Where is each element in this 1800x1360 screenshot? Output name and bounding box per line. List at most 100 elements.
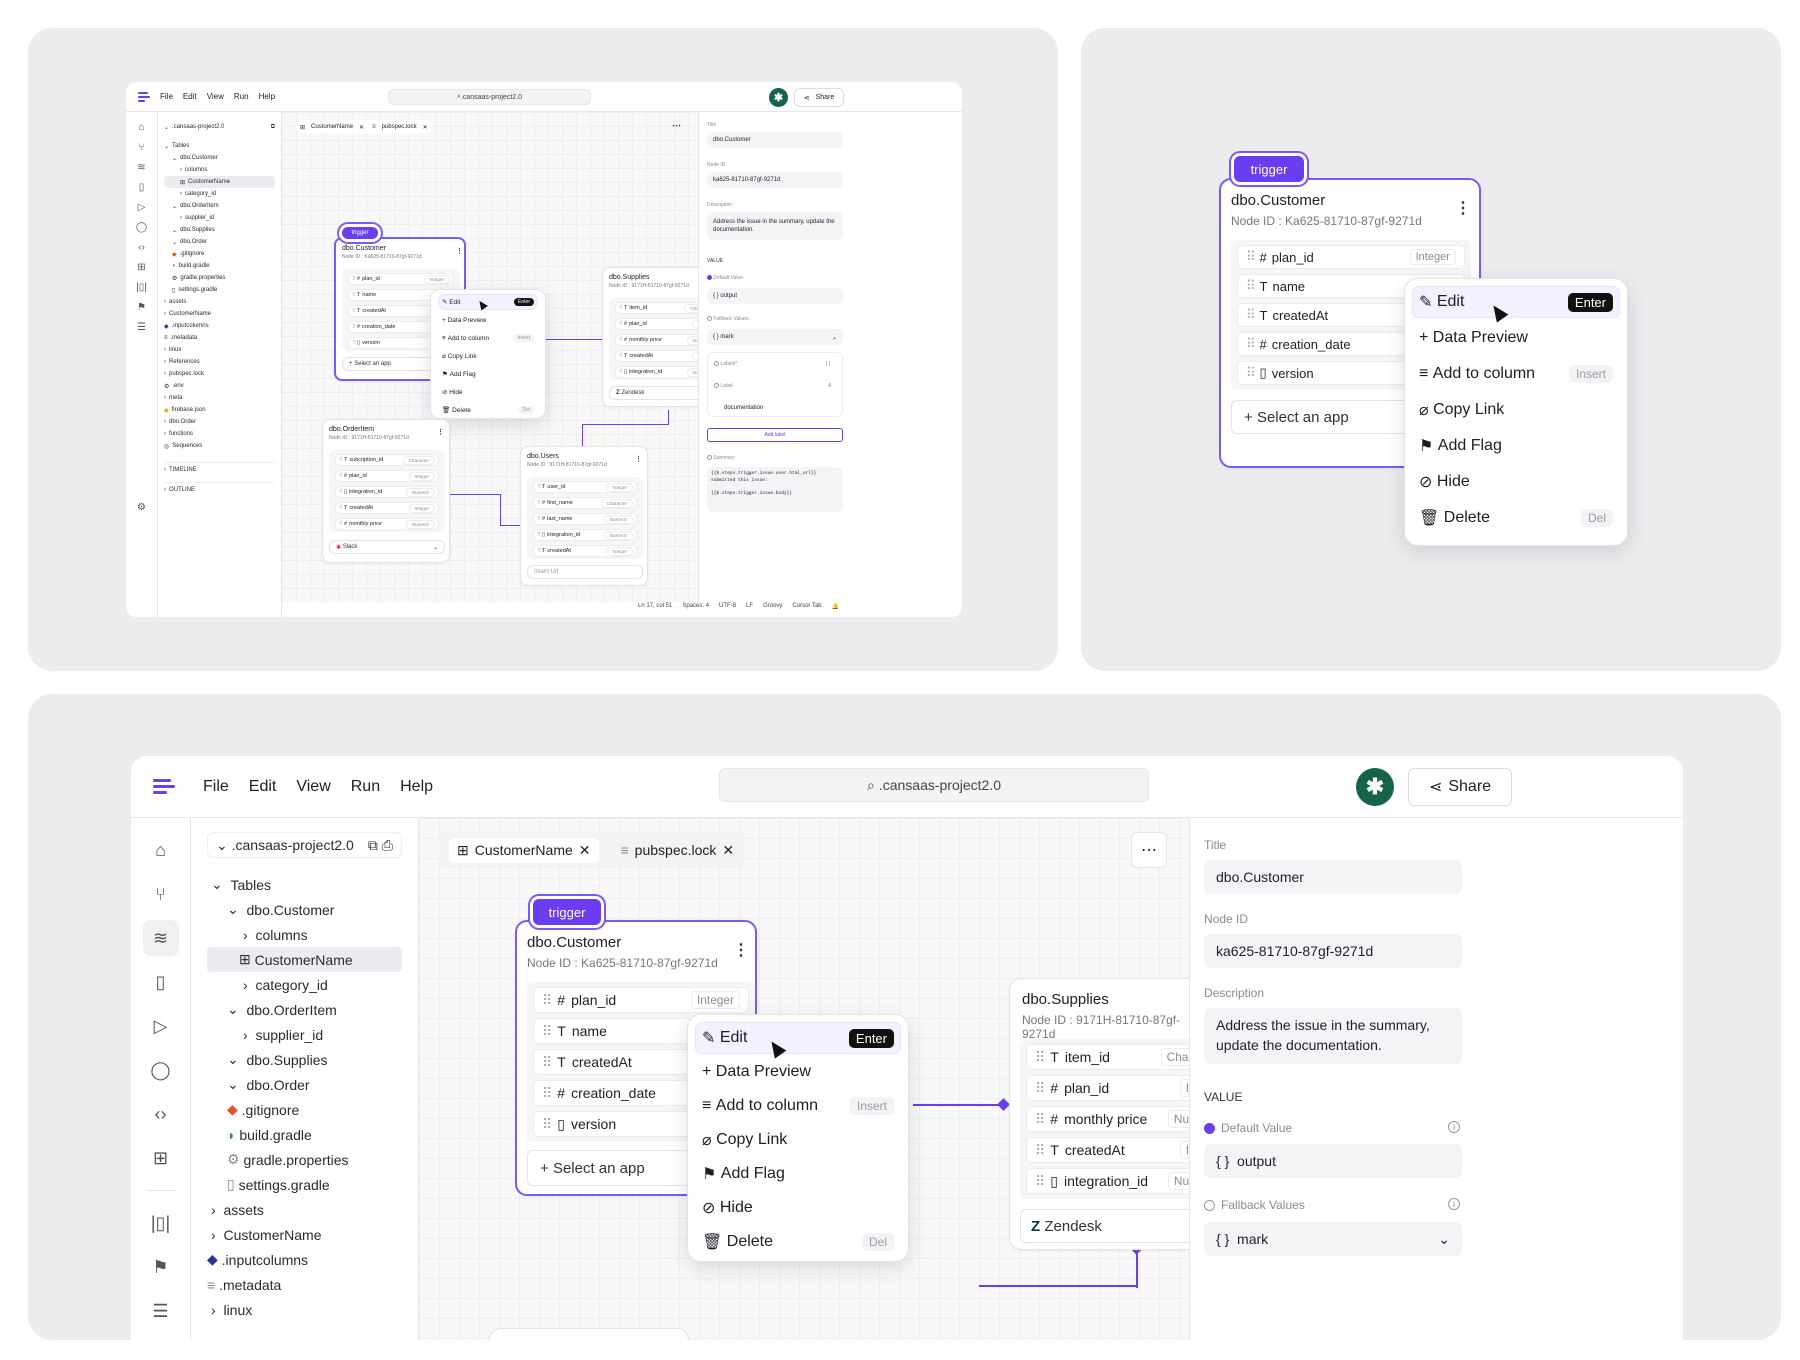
label-row[interactable]: Label <box>714 383 733 389</box>
stack-icon[interactable]: ☰ <box>137 322 146 333</box>
menu-item-edit[interactable]: ✎ Edit Enter <box>1413 287 1619 317</box>
info-icon[interactable]: i <box>1448 1121 1460 1133</box>
nodeid-field[interactable]: ka625-81710-87gf-9271d <box>1204 934 1462 968</box>
tab-customer-name[interactable]: ⊞ CustomerName ✕ <box>449 837 599 863</box>
menu-help[interactable]: Help <box>400 778 433 796</box>
home-icon[interactable]: ⌂ <box>138 122 144 133</box>
tree-supplier-id[interactable]: › supplier_id <box>164 212 275 224</box>
status-eol[interactable]: LF <box>746 603 753 610</box>
tree-inputcolumns[interactable]: ◆ .inputcolumns <box>207 1247 402 1272</box>
avatar[interactable]: ✱ <box>769 88 788 107</box>
menu-help[interactable]: Help <box>259 92 275 101</box>
drag-handle-icon[interactable]: ⠿ <box>619 321 623 327</box>
info-icon[interactable]: i <box>1448 1198 1460 1210</box>
tree-settings-gradle[interactable]: ▯ settings.gradle <box>164 284 275 296</box>
menu-item-edit[interactable]: ✎ Edit Enter <box>439 295 537 309</box>
title-field[interactable]: dbo.Customer <box>707 132 843 148</box>
default-radio[interactable] <box>707 275 712 281</box>
label-dropdown[interactable]: A <box>828 383 831 389</box>
drag-handle-icon[interactable]: ⠿ <box>1246 249 1255 265</box>
orderitem-node-partial[interactable] <box>489 1328 689 1340</box>
field-row-first-name[interactable]: ⠿ # first_name Character <box>533 497 637 509</box>
drag-handle-icon[interactable]: ⠿ <box>352 308 356 314</box>
labels-dropdown[interactable]: [ ] <box>826 361 830 367</box>
tree-dbo-order-file[interactable]: › dbo.Order <box>164 416 275 428</box>
file-icon[interactable]: ▯ <box>139 182 145 193</box>
drag-handle-icon[interactable]: ⠿ <box>537 516 541 522</box>
tree-columns[interactable]: › columns <box>207 922 402 947</box>
drag-handle-icon[interactable]: ⠿ <box>537 548 541 554</box>
tab-pubspec-lock[interactable]: ≡ pubspec.lock ✕ <box>621 842 735 859</box>
drag-handle-icon[interactable]: ⠿ <box>352 292 356 298</box>
tab-customer-name[interactable]: ⊞ CustomerName ✕ <box>300 124 364 131</box>
field-row-plan-id[interactable]: ⠿ # plan_id Integer <box>1237 245 1465 269</box>
drag-handle-icon[interactable]: ⠿ <box>1035 1111 1045 1128</box>
drag-handle-icon[interactable]: ⠿ <box>619 305 623 311</box>
nodeid-field[interactable]: ka625-81710-87gf-9271d <box>707 172 843 188</box>
outline-section[interactable]: › OUTLINE <box>164 482 275 496</box>
field-row-integration-id[interactable]: ⠿▯integration_idNum <box>1026 1168 1189 1194</box>
default-value-field[interactable]: { } output <box>707 288 843 304</box>
file-icon[interactable]: ▯ <box>156 970 166 994</box>
folder-actions-icon[interactable]: ⧉ ⎙ <box>368 837 393 854</box>
field-row-subcription-id[interactable]: ⠿ Tsubcription_id Character <box>335 454 439 466</box>
menu-item-hide[interactable]: ⊘ Hide <box>439 385 537 399</box>
folder-actions-icon[interactable]: ⧉ <box>271 124 275 131</box>
field-row-integration-id[interactable]: ⠿▯integration_idNum <box>615 366 698 378</box>
drag-handle-icon[interactable]: ⠿ <box>542 1085 552 1102</box>
field-row-item-id[interactable]: ⠿Titem_id Chara <box>615 302 698 314</box>
menu-item-data-preview[interactable]: + Data Preview <box>1413 323 1619 353</box>
field-row-plan-id[interactable]: ⠿ # plan_id Integer <box>348 273 454 285</box>
description-field[interactable]: Address the issue in the summary, update… <box>1204 1008 1462 1064</box>
drag-handle-icon[interactable]: ⠿ <box>1035 1142 1045 1159</box>
columns-icon[interactable]: |▯| <box>136 282 147 293</box>
tree-dbo-customer[interactable]: ⌄ dbo.Customer <box>207 897 402 922</box>
project-header[interactable]: ⌄ .cansaas-project2.0 ⧉ <box>164 120 275 134</box>
tree-settings-gradle[interactable]: ▯ settings.gradle <box>207 1172 402 1197</box>
fallback-select[interactable]: { } mark ⌄ <box>707 329 843 345</box>
stack-icon[interactable]: ☰ <box>152 1299 168 1323</box>
menu-item-add-flag[interactable]: ⚑ Add Flag <box>696 1159 900 1189</box>
tree-env[interactable]: ⚙ .env <box>164 380 275 392</box>
drag-handle-icon[interactable]: ⠿ <box>537 500 541 506</box>
menu-item-add-to-column[interactable]: ≡ Add to column Insert <box>439 331 537 345</box>
add-label-button[interactable]: Add label <box>707 428 843 442</box>
title-field[interactable]: dbo.Customer <box>1204 860 1462 894</box>
tree-dbo-supplies[interactable]: ⌄ dbo.Supplies <box>207 1047 402 1072</box>
drag-handle-icon[interactable]: ⠿ <box>1246 278 1255 294</box>
grid-icon[interactable]: ⊞ <box>153 1146 168 1170</box>
fallback-select[interactable]: { } mark ⌄ <box>1204 1222 1462 1256</box>
description-field[interactable]: Address the issue in the summary, update… <box>707 212 843 240</box>
drag-handle-icon[interactable]: ⠿ <box>352 340 356 346</box>
play-icon[interactable]: ▷ <box>138 202 146 213</box>
graph-canvas[interactable]: ⊞ CustomerName ✕ ≡ pubspec.lock ✕ ⋯ dbo.… <box>282 112 698 602</box>
drag-handle-icon[interactable]: ⠿ <box>619 353 623 359</box>
tree-functions[interactable]: › functions <box>164 428 275 440</box>
status-encoding[interactable]: UTF-8 <box>719 603 736 610</box>
menu-item-delete[interactable]: 🗑 Delete Del <box>696 1227 900 1257</box>
drag-handle-icon[interactable]: ⠿ <box>619 337 623 343</box>
labels-row[interactable]: Labels* <box>714 361 737 367</box>
tree-assets[interactable]: › assets <box>164 296 275 308</box>
code-icon[interactable]: ‹› <box>155 1102 167 1126</box>
supplies-node[interactable]: dbo.Supplies Node ID : 9171H-81710-87gf-… <box>602 267 698 407</box>
tree-metadata[interactable]: ≡ .metadata <box>207 1272 402 1297</box>
drag-handle-icon[interactable]: ⠿ <box>537 484 541 490</box>
field-row-user-id[interactable]: ⠿ Tuser_id Integer <box>533 481 637 493</box>
search-input[interactable]: ⌕ .cansaas-project2.0 <box>719 768 1149 802</box>
orderitem-node[interactable]: dbo.OrderItem Node ID : 9171H-81710-87gf… <box>322 419 450 563</box>
chat-icon[interactable]: ◯ <box>150 1058 170 1082</box>
status-spaces[interactable]: Spaces: 4 <box>682 603 709 610</box>
settings-icon[interactable]: ⚙ <box>137 502 146 513</box>
node-menu-icon[interactable]: ⋮ <box>635 455 642 463</box>
drag-handle-icon[interactable]: ⠿ <box>1035 1049 1045 1066</box>
tree-firebase-json[interactable]: ◆ firebase.json <box>164 404 275 416</box>
drag-handle-icon[interactable]: ⠿ <box>1246 365 1255 381</box>
drag-handle-icon[interactable]: ⠿ <box>542 992 552 1009</box>
node-menu-icon[interactable]: ⋮ <box>1455 198 1471 218</box>
drag-handle-icon[interactable]: ⠿ <box>1246 336 1255 352</box>
drag-handle-icon[interactable]: ⠿ <box>339 489 343 495</box>
zendesk-app[interactable]: Z Zendesk <box>609 386 698 400</box>
menu-view[interactable]: View <box>207 92 224 101</box>
drag-handle-icon[interactable]: ⠿ <box>1035 1173 1045 1190</box>
